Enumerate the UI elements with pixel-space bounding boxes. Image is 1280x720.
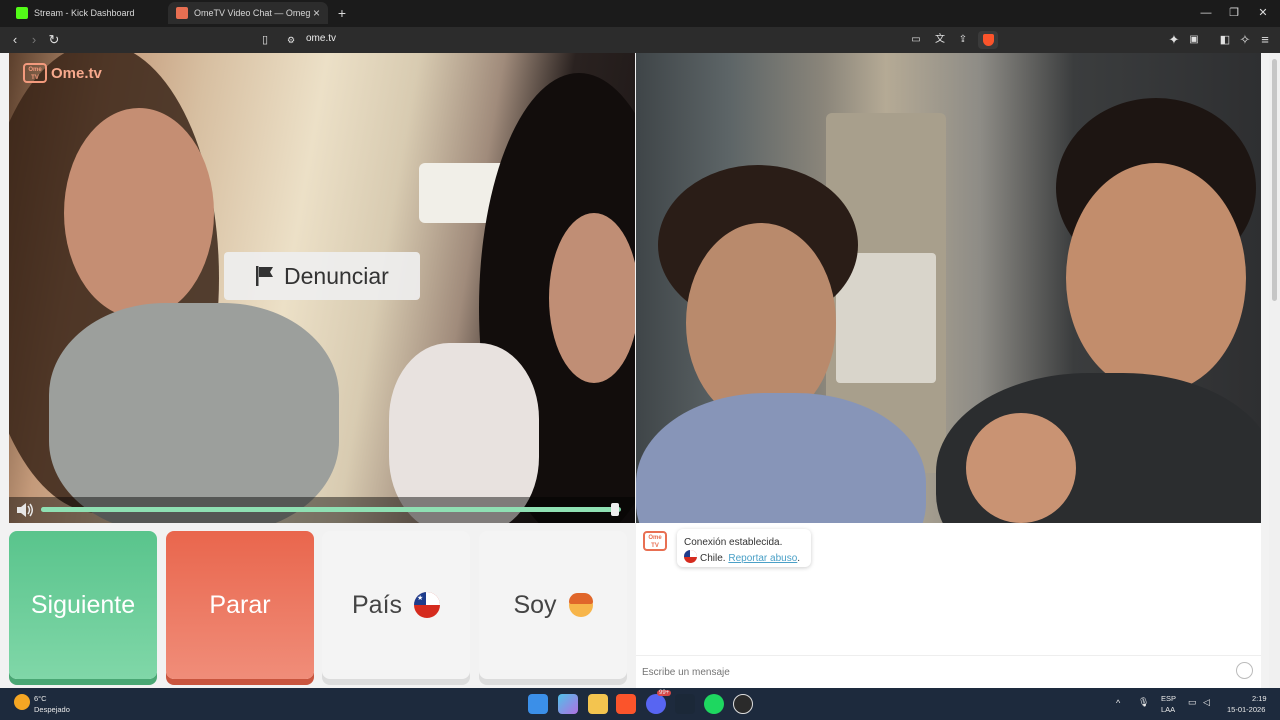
video-shape: [389, 343, 539, 523]
page-scrollbar[interactable]: [1269, 53, 1280, 688]
translate-icon[interactable]: 文: [931, 31, 949, 49]
report-abuse-link[interactable]: Reportar abuso: [728, 553, 797, 564]
video-shape: [549, 213, 635, 383]
reload-icon[interactable]: ↻: [45, 31, 63, 49]
forward-icon[interactable]: ›: [25, 31, 43, 49]
chile-flag-icon: ★: [414, 592, 441, 618]
volume-slider[interactable]: [41, 503, 621, 516]
menu-icon[interactable]: ≡: [1256, 31, 1274, 49]
site-info-icon[interactable]: ⚙: [282, 31, 300, 49]
language-code[interactable]: ESP: [1161, 694, 1176, 703]
volume-icon[interactable]: ◁: [1203, 697, 1210, 708]
chat-input-row: [636, 655, 1261, 686]
country-button[interactable]: País ★: [322, 531, 470, 679]
connection-status: Conexión establecida.: [684, 537, 783, 548]
weather-icon[interactable]: [14, 694, 30, 710]
report-button[interactable]: Denunciar: [224, 252, 420, 300]
speaker-icon[interactable]: [15, 502, 35, 518]
clock-date: 15-01-2026: [1227, 705, 1266, 714]
notification-badge: 99+: [657, 690, 672, 696]
clock-time[interactable]: 2:19: [1252, 694, 1267, 703]
tab-ometv[interactable]: OmeTV Video Chat — Omeg ×: [168, 2, 328, 24]
chat-panel: Ome TV Conexión establecida. Chile. Repo…: [636, 523, 1261, 688]
report-suffix: .: [797, 553, 801, 564]
country-name: Chile.: [700, 553, 726, 564]
extensions-icon[interactable]: ✦: [1165, 31, 1183, 49]
video-shape: [64, 108, 214, 318]
scrollbar-thumb[interactable]: [1272, 59, 1277, 301]
brave-shields-icon[interactable]: [978, 31, 998, 49]
boy-face-icon: [568, 593, 593, 617]
close-window-button[interactable]: ✕: [1253, 4, 1273, 22]
spotify-icon[interactable]: [704, 694, 724, 714]
video-shape: [49, 303, 339, 523]
video-shape: [1066, 163, 1246, 393]
cast-icon[interactable]: ▭: [907, 31, 925, 49]
tab-kick-dashboard[interactable]: Stream - Kick Dashboard: [8, 2, 166, 24]
country-label: País: [351, 590, 403, 619]
system-message: Conexión establecida. Chile. Reportar ab…: [677, 529, 811, 567]
tab-strip: Stream - Kick Dashboard OmeTV Video Chat…: [0, 0, 1280, 27]
gender-button[interactable]: Soy: [479, 531, 627, 679]
close-tab-icon[interactable]: ×: [313, 6, 320, 20]
stranger-video: Ome TV Ome.tv Denunciar: [9, 53, 635, 523]
volume-bar: [9, 497, 635, 523]
app-icon[interactable]: [733, 694, 753, 714]
maximize-button[interactable]: ❐: [1224, 4, 1244, 22]
windows-taskbar: 6°C Despejado 99+ ^ 🎙 ESP LAA ▭ ◁ 2:19 1…: [0, 688, 1280, 720]
keyboard-layout: LAA: [1161, 705, 1176, 714]
windows-start-icon[interactable]: [528, 694, 548, 714]
copilot-icon[interactable]: [558, 694, 578, 714]
next-label: Siguiente: [30, 590, 136, 619]
weather-desc: Despejado: [34, 705, 70, 714]
flag-icon: [256, 266, 273, 286]
message-input[interactable]: [642, 663, 1222, 681]
file-explorer-icon[interactable]: [588, 694, 608, 714]
share-icon[interactable]: ⇪: [954, 31, 972, 49]
kick-icon: [16, 7, 28, 19]
report-label: Denunciar: [284, 262, 389, 289]
ometv-page: Ome TV Ome.tv Denunciar Siguiente Parar …: [0, 53, 1280, 688]
chile-flag-icon: [684, 550, 697, 563]
ometv-avatar-icon: Ome TV: [643, 531, 667, 551]
volume-handle[interactable]: [611, 503, 620, 516]
address-bar[interactable]: ome.tv: [306, 33, 336, 44]
microphone-icon[interactable]: 🎙: [1138, 697, 1149, 708]
ometv-favicon-icon: [176, 7, 188, 19]
volume-fill: [41, 507, 616, 512]
brave-browser-icon[interactable]: [616, 694, 636, 714]
minimize-button[interactable]: —: [1196, 4, 1216, 22]
steam-icon[interactable]: [675, 694, 695, 714]
logo-text: Ome.tv: [51, 64, 102, 82]
video-shape: [966, 413, 1076, 523]
gender-label: Soy: [513, 590, 557, 619]
bookmark-icon[interactable]: ▯: [256, 31, 274, 49]
discord-icon[interactable]: [646, 694, 666, 714]
back-icon[interactable]: ‹: [6, 31, 24, 49]
ometv-logo: Ome TV Ome.tv: [23, 63, 102, 83]
sidebar-icon[interactable]: ◧: [1216, 31, 1234, 49]
ometv-tv-icon: Ome TV: [23, 63, 47, 83]
wallet-icon[interactable]: ▣: [1185, 31, 1203, 49]
tab-title: Stream - Kick Dashboard: [34, 8, 135, 18]
next-button[interactable]: Siguiente: [9, 531, 157, 679]
new-tab-button[interactable]: +: [332, 4, 352, 22]
weather-temp: 6°C: [34, 694, 47, 703]
stop-label: Parar: [209, 590, 271, 619]
tray-chevron-icon[interactable]: ^: [1116, 698, 1120, 708]
leo-ai-icon[interactable]: ✧: [1236, 31, 1254, 49]
emoji-icon[interactable]: [1236, 662, 1253, 679]
browser-toolbar: ‹ › ↻ ▯ ⚙ ome.tv ▭ 文 ⇪ ✦ ▣ ◧ ✧ ≡: [0, 27, 1280, 53]
stop-button[interactable]: Parar: [166, 531, 314, 679]
tab-title: OmeTV Video Chat — Omeg: [194, 8, 311, 18]
network-icon[interactable]: ▭: [1188, 697, 1197, 708]
country-line: Chile. Reportar abuso.: [684, 550, 804, 566]
self-video: [636, 53, 1261, 523]
